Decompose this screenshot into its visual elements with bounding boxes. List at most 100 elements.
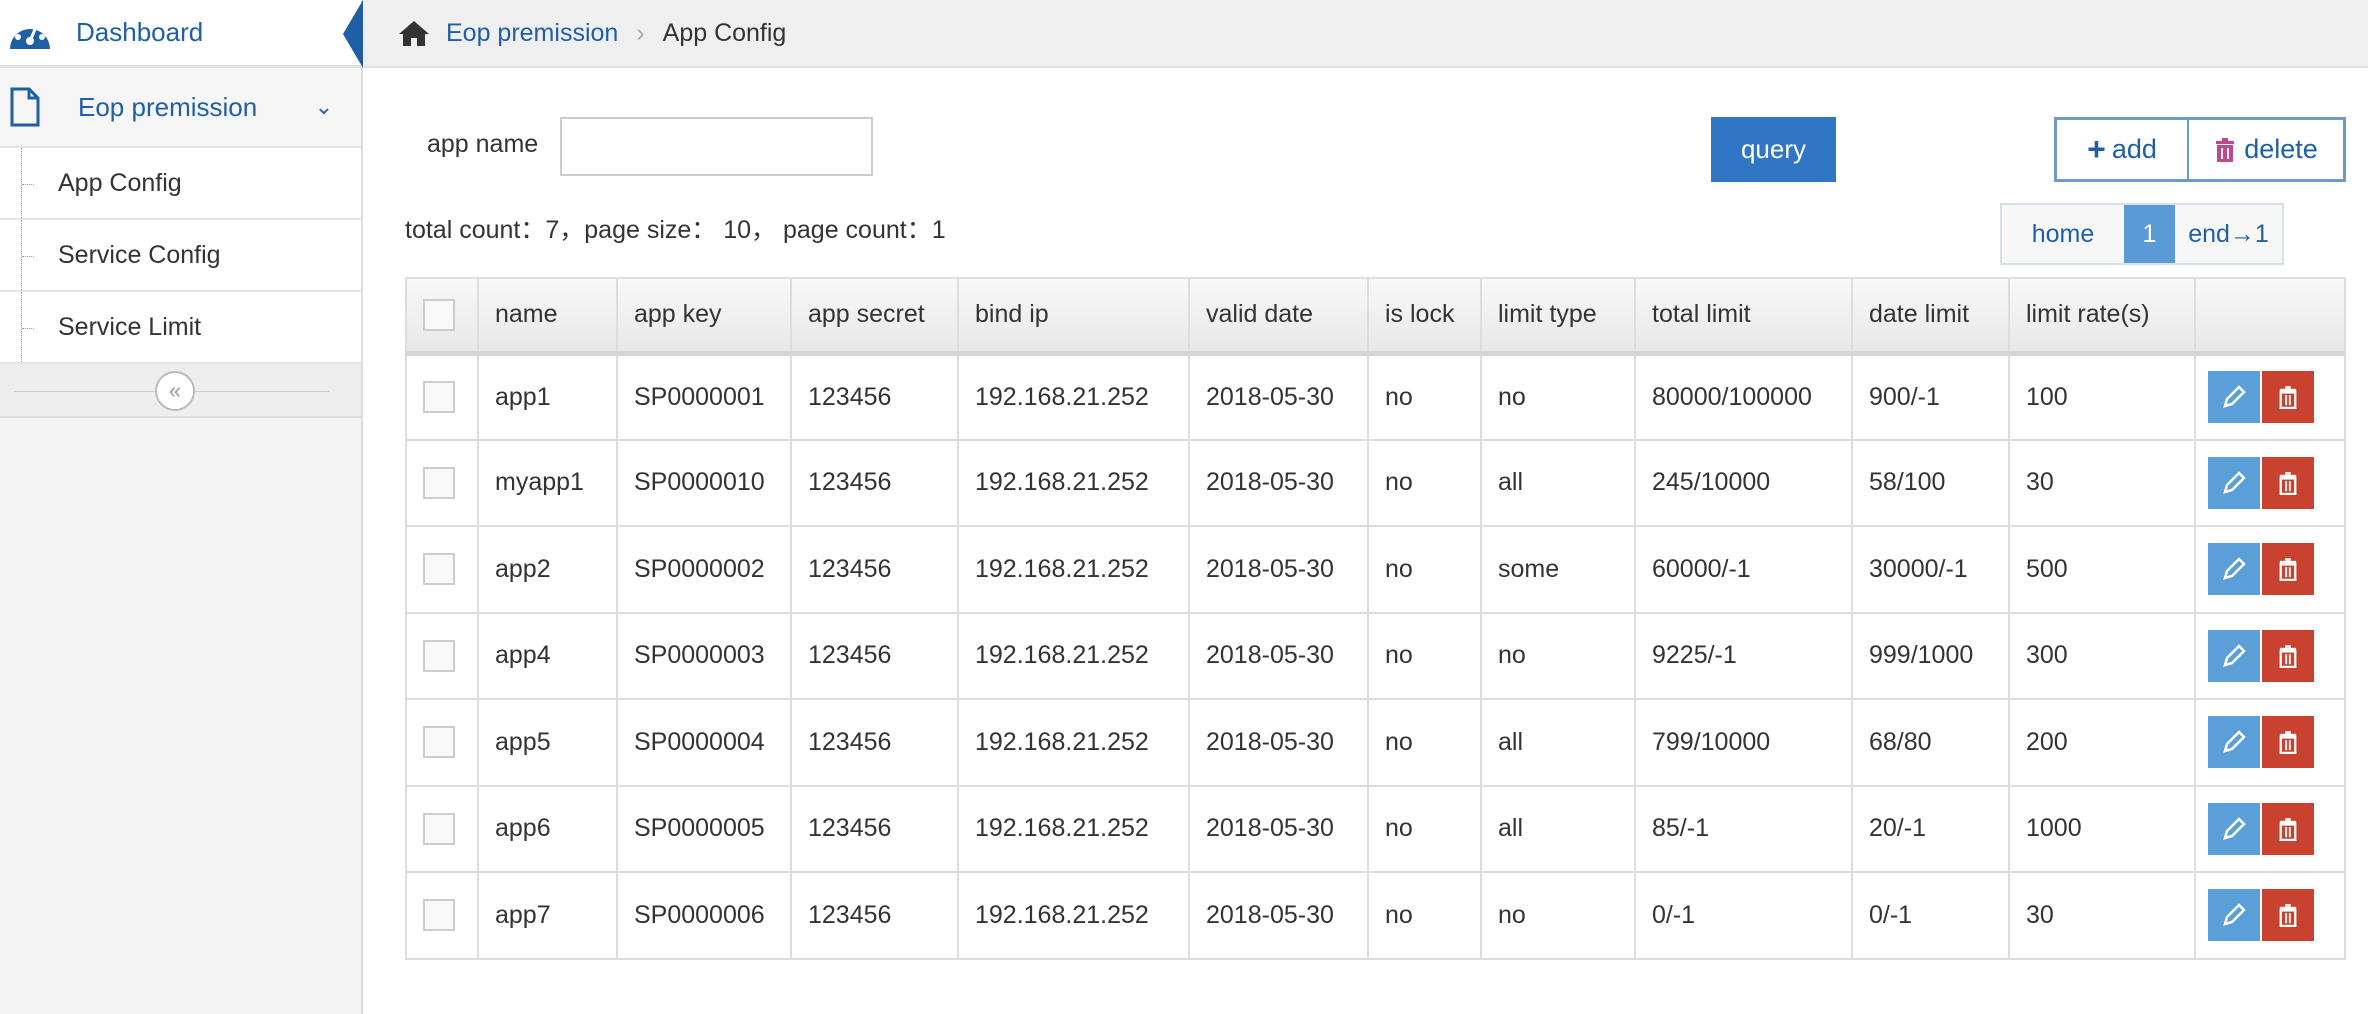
table-cell: app6: [477, 784, 618, 873]
table-cell: 200: [2008, 698, 2196, 787]
edit-button[interactable]: [2208, 456, 2260, 509]
table-cell: 192.168.21.252: [957, 698, 1190, 787]
column-header: bind ip: [957, 277, 1190, 356]
table-cell: 123456: [790, 698, 959, 787]
delete-row-button[interactable]: [2262, 456, 2314, 509]
edit-button[interactable]: [2208, 802, 2260, 855]
delete-row-button[interactable]: [2262, 716, 2314, 769]
table-cell: 85/-1: [1634, 784, 1853, 873]
page-home-button[interactable]: home: [2002, 205, 2124, 263]
table-cell: 9225/-1: [1634, 611, 1853, 700]
sidebar-group-eop-premission[interactable]: Eop premission ⌄: [0, 68, 361, 148]
table-cell: 2018-05-30: [1188, 784, 1369, 873]
edit-button[interactable]: [2208, 371, 2260, 423]
pencil-icon: [2221, 384, 2247, 410]
select-cell: [405, 352, 479, 441]
delete-button[interactable]: delete: [2189, 120, 2343, 179]
select-all-cell: [405, 277, 479, 356]
file-icon: [10, 87, 40, 127]
plus-icon: +: [2087, 131, 2106, 167]
table-cell: 2018-05-30: [1188, 438, 1369, 527]
pencil-icon: [2221, 556, 2247, 582]
table-cell: 123456: [790, 784, 959, 873]
select-cell: [405, 525, 479, 614]
delete-row-button[interactable]: [2262, 802, 2314, 855]
table-cell: 0/-1: [1851, 871, 2010, 960]
row-checkbox[interactable]: [423, 639, 455, 672]
table-row: myapp1 SP0000010 123456 192.168.21.252 2018-…: [405, 438, 2346, 527]
table-cell: 245/10000: [1634, 438, 1853, 527]
delete-row-button[interactable]: [2262, 543, 2314, 596]
column-header: limit type: [1480, 277, 1636, 356]
row-checkbox[interactable]: [423, 381, 455, 413]
chevron-down-icon: ⌄: [314, 94, 333, 119]
table-cell: 2018-05-30: [1188, 698, 1369, 787]
edit-button[interactable]: [2208, 716, 2260, 769]
edit-button[interactable]: [2208, 889, 2260, 942]
table-cell: 123456: [790, 352, 959, 441]
table-cell: 192.168.21.252: [957, 525, 1190, 614]
column-header: date limit: [1851, 277, 2010, 356]
table-cell: 123456: [790, 871, 959, 960]
collapse-sidebar-button[interactable]: «: [155, 371, 195, 411]
table-cell: 192.168.21.252: [957, 784, 1190, 873]
pencil-icon: [2221, 729, 2247, 755]
select-all-checkbox[interactable]: [423, 298, 455, 331]
row-checkbox[interactable]: [423, 553, 455, 586]
page-end-button[interactable]: end→1: [2175, 205, 2282, 263]
add-button[interactable]: + add: [2057, 120, 2189, 179]
table-row: app7 SP0000006 123456 192.168.21.252 2018-05…: [405, 871, 2346, 960]
delete-label: delete: [2244, 134, 2318, 164]
table-cell: all: [1480, 784, 1636, 873]
edit-button[interactable]: [2208, 543, 2260, 596]
trash-icon: [2278, 557, 2298, 582]
table-cell: 100: [2008, 352, 2196, 441]
sidebar-item-app-config[interactable]: App Config: [0, 148, 361, 220]
table-cell: 30000/-1: [1851, 525, 2010, 614]
table-cell: 1000: [2008, 784, 2196, 873]
pagination-summary: total count：7，page size： 10， page count：…: [405, 216, 946, 244]
delete-row-button[interactable]: [2262, 889, 2314, 942]
sidebar-item-service-limit[interactable]: Service Limit: [0, 292, 361, 364]
select-cell: [405, 611, 479, 700]
sidebar-item-dashboard[interactable]: Dashboard: [0, 0, 363, 68]
app-name-label: app name: [427, 130, 539, 158]
table-cell: 2018-05-30: [1188, 871, 1369, 960]
sidebar-item-service-config[interactable]: Service Config: [0, 220, 361, 292]
table-cell: all: [1480, 438, 1636, 527]
page-1-button[interactable]: 1: [2124, 205, 2175, 263]
trash-icon: [2278, 903, 2298, 928]
table-cell: no: [1367, 611, 1482, 700]
pencil-icon: [2221, 470, 2247, 496]
table-cell: no: [1480, 352, 1636, 441]
table-cell: app2: [477, 525, 618, 614]
column-header: app key: [616, 277, 792, 356]
breadcrumb-parent[interactable]: Eop premission: [446, 19, 618, 48]
sidebar-item-label: App Config: [58, 168, 182, 197]
table-cell: app7: [477, 871, 618, 960]
pencil-icon: [2221, 816, 2247, 842]
query-button[interactable]: query: [1711, 117, 1836, 182]
select-cell: [405, 698, 479, 787]
app-name-input[interactable]: [560, 117, 873, 176]
column-header: limit rate(s): [2008, 277, 2196, 356]
row-checkbox[interactable]: [423, 899, 455, 932]
table-cell: 192.168.21.252: [957, 438, 1190, 527]
row-checkbox[interactable]: [423, 466, 455, 499]
pencil-icon: [2221, 902, 2247, 928]
row-checkbox[interactable]: [423, 726, 455, 759]
home-icon[interactable]: [398, 19, 430, 47]
row-checkbox[interactable]: [423, 812, 455, 845]
delete-row-button[interactable]: [2262, 629, 2314, 682]
table-cell: no: [1367, 438, 1482, 527]
edit-button[interactable]: [2208, 629, 2260, 682]
column-header: name: [477, 277, 618, 356]
table-cell: SP0000004: [616, 698, 792, 787]
table-cell: 20/-1: [1851, 784, 2010, 873]
trash-icon: [2278, 730, 2298, 755]
table-cell: 123456: [790, 438, 959, 527]
sidebar-collapse-bar: «: [0, 364, 361, 418]
table-cell: no: [1367, 352, 1482, 441]
table-cell: 500: [2008, 525, 2196, 614]
delete-row-button[interactable]: [2262, 371, 2314, 423]
